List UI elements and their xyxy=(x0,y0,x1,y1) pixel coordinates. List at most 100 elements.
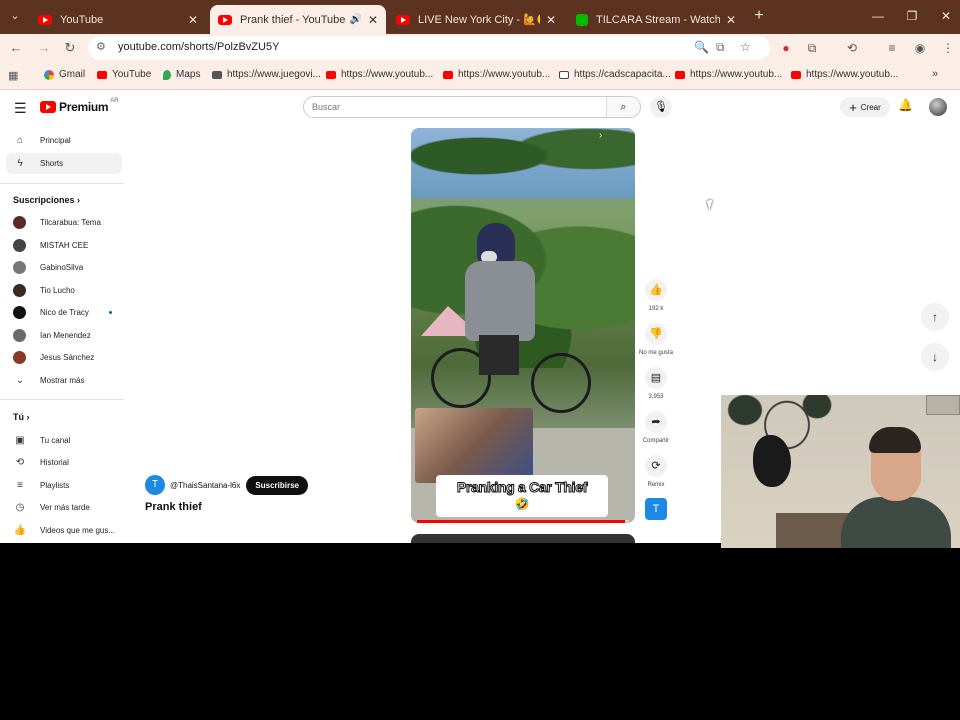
bookmark-youtube-link[interactable]: https://www.youtub... xyxy=(675,69,782,80)
back-icon[interactable]: ← xyxy=(6,38,26,58)
bookmark-label: https://www.youtub... xyxy=(458,69,551,80)
share-action[interactable]: ➦ Compartir xyxy=(636,411,676,444)
search-input[interactable] xyxy=(312,100,602,114)
logo-text: Premium xyxy=(59,100,109,114)
channel-name[interactable]: @ThaisSantana-l6x xyxy=(170,481,240,490)
sidebar-item-subscription[interactable]: Tio Lucho xyxy=(6,280,122,301)
tab-live-nyc[interactable]: LIVE New York City - 🙋🙂 Hot ✕ xyxy=(388,5,564,34)
channel-avatar xyxy=(13,351,26,364)
subscriptions-header[interactable]: Suscripciones › xyxy=(13,195,80,205)
remix-icon[interactable]: ⟳ xyxy=(645,455,667,477)
tab-prank-thief[interactable]: Prank thief - YouTube 🔊 ✕ xyxy=(210,5,386,34)
bookmark-gmail[interactable]: Gmail xyxy=(44,69,85,80)
bookmark-maps[interactable]: Maps xyxy=(163,69,200,80)
reload-icon[interactable]: ↻ xyxy=(60,38,80,58)
cast-icon[interactable]: ⧉ xyxy=(716,40,725,55)
bookmark-youtube-link[interactable]: https://www.youtub... xyxy=(791,69,898,80)
remix-action[interactable]: ⟳ Remix xyxy=(636,455,676,488)
subscribe-button[interactable]: Suscribirse xyxy=(246,475,308,495)
youtube-favicon-icon xyxy=(38,14,52,25)
dislike-action[interactable]: 👎 No me gusta xyxy=(636,323,676,356)
tab-title: Prank thief - YouTube xyxy=(240,13,346,26)
sidebar-item-tu-canal[interactable]: ▣ Tu canal xyxy=(6,430,122,451)
bookmark-cadscapacita[interactable]: https://cadscapacita... xyxy=(559,69,671,80)
bookmark-youtube[interactable]: YouTube xyxy=(97,69,151,80)
channel-avatar[interactable]: T xyxy=(145,475,165,495)
site-info-icon[interactable]: ⚙ xyxy=(96,40,106,53)
extensions-puzzle-icon[interactable]: ⧉ xyxy=(802,38,822,58)
share-label: Compartir xyxy=(642,438,670,444)
sidebar-item-subscription[interactable]: MISTAH CEE xyxy=(6,235,122,256)
youtube-premium-logo[interactable]: Premium AR xyxy=(40,98,119,114)
you-header[interactable]: Tú › xyxy=(13,412,30,422)
previous-short-button[interactable]: ↑ xyxy=(921,303,949,331)
more-bookmarks-icon[interactable]: » xyxy=(932,68,938,80)
history-icon[interactable]: ⟲ xyxy=(842,38,862,58)
thumbs-up-icon[interactable]: 👍 xyxy=(645,279,667,301)
media-control-icon[interactable]: ≡ xyxy=(882,38,902,58)
next-short-preview[interactable] xyxy=(411,534,635,543)
youtube-icon xyxy=(791,70,801,79)
arrow-down-icon: ↓ xyxy=(932,350,938,364)
sidebar-item-ver-mas-tarde[interactable]: ◷ Ver más tarde xyxy=(6,497,122,518)
bookmark-star-icon[interactable]: ☆ xyxy=(740,40,751,54)
notifications-bell-icon[interactable]: 🔔 xyxy=(898,98,913,112)
zoom-icon[interactable]: 🔍 xyxy=(694,40,709,54)
short-title[interactable]: Prank thief xyxy=(145,501,202,513)
sidebar-item-label: Tio Lucho xyxy=(40,286,75,295)
chevron-down-icon: ⌄ xyxy=(15,375,25,386)
close-tab-icon[interactable]: ✕ xyxy=(188,13,198,27)
share-icon[interactable]: ➦ xyxy=(645,411,667,433)
bookmark-label: https://cadscapacita... xyxy=(574,69,671,80)
extension-icon[interactable]: ● xyxy=(776,38,796,58)
short-video-player[interactable]: › Pranking a Car Thief 🤣 xyxy=(411,128,635,523)
create-button[interactable]: + Crear xyxy=(840,97,890,117)
menu-kebab-icon[interactable]: ⋮ xyxy=(938,38,958,58)
hamburger-menu-icon[interactable]: ☰ xyxy=(14,100,27,117)
audio-playing-icon[interactable]: 🔊 xyxy=(349,14,361,25)
search-button[interactable]: ⌕ xyxy=(606,97,640,117)
comments-action[interactable]: ▤ 3,953 xyxy=(636,367,676,400)
sidebar-item-playlists[interactable]: ≡ Playlists xyxy=(6,475,122,496)
sidebar-item-subscription[interactable]: Jesus Sánchez xyxy=(6,347,122,368)
tab-search-chevron-icon[interactable]: ⌄ xyxy=(4,6,26,26)
close-window-icon[interactable]: ✕ xyxy=(934,6,958,26)
bookmark-youtube-link[interactable]: https://www.youtub... xyxy=(443,69,550,80)
sidebar-item-subscription[interactable]: GabinoSilva xyxy=(6,257,122,278)
url-text[interactable]: youtube.com/shorts/PolzBvZU5Y xyxy=(118,41,279,53)
profile-avatar-icon[interactable]: ◉ xyxy=(910,38,930,58)
thumbs-down-icon[interactable]: 👎 xyxy=(645,323,667,345)
sidebar-item-shorts[interactable]: ϟ Shorts xyxy=(6,153,122,174)
next-short-button[interactable]: ↓ xyxy=(921,343,949,371)
tab-title: LIVE New York City - 🙋🙂 Hot xyxy=(418,14,540,26)
apps-grid-icon[interactable]: ▦ xyxy=(8,69,18,82)
video-progress-bar[interactable] xyxy=(417,520,629,523)
sidebar-item-historial[interactable]: ⟲ Historial xyxy=(6,452,122,473)
close-tab-icon[interactable]: ✕ xyxy=(368,13,378,27)
comment-icon[interactable]: ▤ xyxy=(645,367,667,389)
channel-avatar-button[interactable]: T xyxy=(645,498,667,520)
playlist-icon: ≡ xyxy=(17,480,23,491)
sidebar-item-subscription[interactable]: Nico de Tracy xyxy=(6,302,122,323)
sidebar-item-show-more[interactable]: ⌄ Mostrar más xyxy=(6,370,122,391)
site-icon xyxy=(559,70,569,79)
forward-icon[interactable]: → xyxy=(34,38,54,58)
bookmark-youtube-link[interactable]: https://www.youtub... xyxy=(326,69,433,80)
voice-search-mic-icon[interactable]: 🎙 xyxy=(650,96,672,118)
address-bar[interactable]: ⚙ youtube.com/shorts/PolzBvZU5Y 🔍 ⧉ ☆ xyxy=(88,36,770,60)
bookmark-juegovi[interactable]: https://www.juegovi... xyxy=(212,69,321,80)
close-tab-icon[interactable]: ✕ xyxy=(546,13,556,27)
sidebar-item-liked-videos[interactable]: 👍 Videos que me gus... xyxy=(6,520,122,541)
sidebar-item-subscription[interactable]: Ian Menendez xyxy=(6,325,122,346)
close-tab-icon[interactable]: ✕ xyxy=(726,13,736,27)
restore-icon[interactable]: ❐ xyxy=(900,6,924,26)
like-action[interactable]: 👍 192 k xyxy=(636,279,676,312)
minimize-icon[interactable]: — xyxy=(866,6,890,26)
sidebar-item-subscription[interactable]: Tilcarabua: Tema xyxy=(6,212,122,233)
account-avatar[interactable] xyxy=(929,98,947,116)
bookmark-label: https://www.youtub... xyxy=(341,69,434,80)
tab-youtube[interactable]: YouTube ✕ xyxy=(30,5,206,34)
sidebar-item-principal[interactable]: ⌂ Principal xyxy=(6,130,122,151)
new-tab-button[interactable]: + xyxy=(750,6,768,26)
tab-tilcara-stream[interactable]: TILCARA Stream - Watch Live o ✕ xyxy=(568,5,744,34)
